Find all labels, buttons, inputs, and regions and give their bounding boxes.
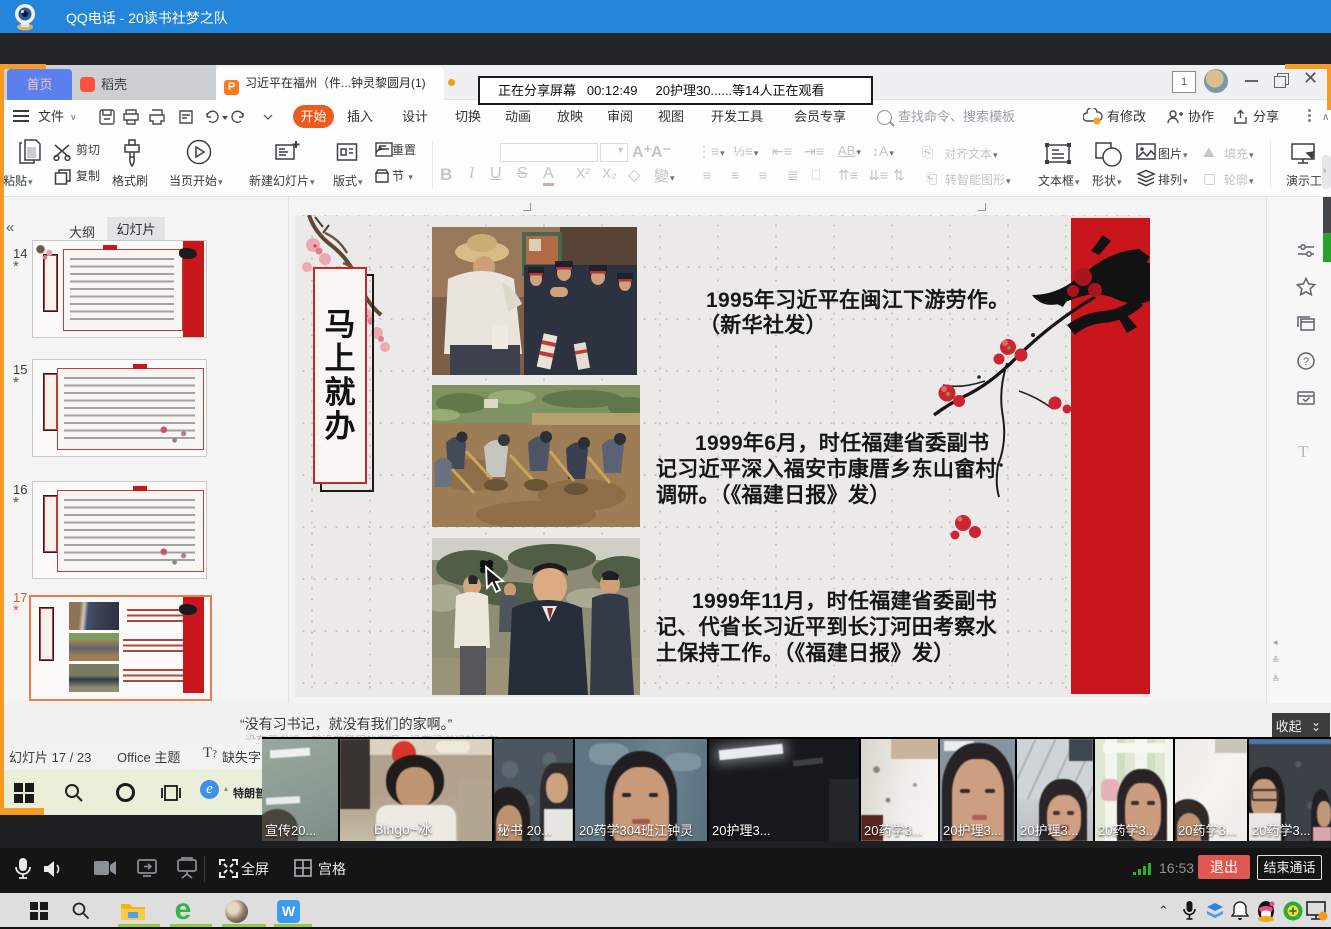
svg-text:?: ? <box>1303 356 1309 368</box>
